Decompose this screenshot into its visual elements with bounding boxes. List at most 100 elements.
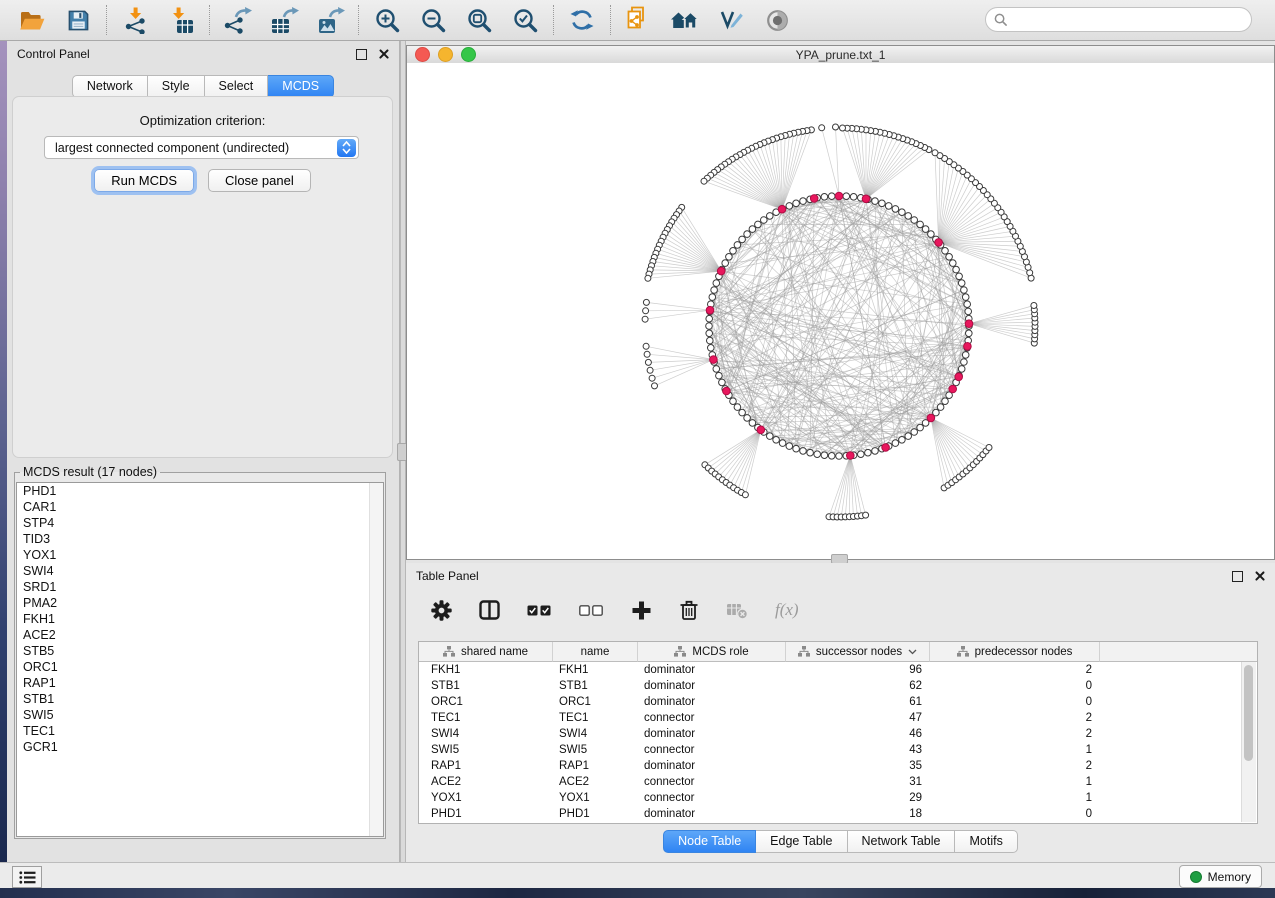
- network-node[interactable]: [928, 231, 935, 238]
- network-node[interactable]: [879, 200, 886, 207]
- column-header-mcds-role[interactable]: MCDS role: [638, 642, 786, 662]
- run-mcds-button[interactable]: Run MCDS: [94, 169, 194, 192]
- table-scrollbar-thumb[interactable]: [1244, 665, 1253, 761]
- show-hide-button[interactable]: [762, 5, 792, 35]
- network-node[interactable]: [950, 260, 957, 267]
- network-node[interactable]: [917, 424, 924, 431]
- network-node[interactable]: [744, 415, 751, 422]
- network-node[interactable]: [964, 301, 971, 308]
- float-table-panel-icon[interactable]: [1232, 571, 1243, 582]
- network-node[interactable]: [730, 398, 737, 405]
- network-node[interactable]: [953, 266, 960, 273]
- network-node[interactable]: [722, 260, 729, 267]
- network-node[interactable]: [905, 213, 912, 220]
- network-node[interactable]: [892, 206, 899, 213]
- network-node[interactable]: [643, 308, 649, 314]
- export-network-button[interactable]: [223, 5, 253, 35]
- network-node[interactable]: [821, 194, 828, 201]
- mcds-node[interactable]: [965, 320, 973, 328]
- network-node[interactable]: [779, 440, 786, 447]
- zoom-fit-button[interactable]: [464, 5, 494, 35]
- network-node[interactable]: [706, 323, 713, 330]
- refresh-button[interactable]: [567, 5, 597, 35]
- mcds-result-item[interactable]: FKH1: [17, 611, 383, 627]
- mcds-node[interactable]: [778, 205, 786, 213]
- mcds-node[interactable]: [882, 444, 890, 452]
- network-node[interactable]: [965, 308, 972, 315]
- network-node[interactable]: [828, 193, 835, 200]
- mcds-node[interactable]: [810, 195, 818, 203]
- mcds-result-item[interactable]: STP4: [17, 515, 383, 531]
- network-node[interactable]: [961, 287, 968, 294]
- mcds-result-item[interactable]: YOX1: [17, 547, 383, 563]
- import-table-button[interactable]: [166, 5, 196, 35]
- network-node[interactable]: [739, 236, 746, 243]
- network-node[interactable]: [643, 343, 649, 349]
- task-history-button[interactable]: [12, 866, 42, 888]
- network-node[interactable]: [958, 366, 965, 373]
- mcds-result-item[interactable]: RAP1: [17, 675, 383, 691]
- network-node[interactable]: [899, 209, 906, 216]
- network-node[interactable]: [767, 213, 774, 220]
- search-field[interactable]: [985, 7, 1252, 32]
- network-node[interactable]: [966, 330, 973, 337]
- column-header-name[interactable]: name: [553, 642, 638, 662]
- mcds-node[interactable]: [949, 385, 957, 393]
- select-all-button[interactable]: [527, 605, 552, 616]
- network-node[interactable]: [749, 420, 756, 427]
- mcds-result-item[interactable]: ACE2: [17, 627, 383, 643]
- mcds-result-item[interactable]: SWI5: [17, 707, 383, 723]
- tab-node-table[interactable]: Node Table: [663, 830, 756, 853]
- mcds-result-item[interactable]: PMA2: [17, 595, 383, 611]
- mcds-result-item[interactable]: SRD1: [17, 579, 383, 595]
- network-node[interactable]: [843, 193, 850, 200]
- show-columns-button[interactable]: [479, 600, 500, 620]
- tab-style[interactable]: Style: [148, 75, 205, 98]
- mcds-result-item[interactable]: TID3: [17, 531, 383, 547]
- network-node[interactable]: [865, 449, 872, 456]
- network-node[interactable]: [706, 330, 713, 337]
- network-node[interactable]: [786, 443, 793, 450]
- zoom-selected-button[interactable]: [510, 5, 540, 35]
- table-row[interactable]: YOX1YOX1connector291: [419, 790, 1257, 806]
- export-table-button[interactable]: [269, 5, 299, 35]
- close-table-panel-icon[interactable]: [1255, 571, 1265, 581]
- mcds-node[interactable]: [710, 356, 718, 364]
- network-node[interactable]: [716, 372, 723, 379]
- network-node[interactable]: [645, 359, 651, 365]
- network-node[interactable]: [922, 226, 929, 233]
- network-node[interactable]: [642, 316, 648, 322]
- add-column-button[interactable]: [631, 600, 652, 621]
- network-node[interactable]: [767, 433, 774, 440]
- network-node[interactable]: [840, 125, 846, 131]
- network-node[interactable]: [734, 404, 741, 411]
- table-row[interactable]: TEC1TEC1connector472: [419, 710, 1257, 726]
- network-node[interactable]: [836, 453, 843, 460]
- network-node[interactable]: [793, 445, 800, 452]
- network-node[interactable]: [761, 217, 768, 224]
- open-session-button[interactable]: [17, 5, 47, 35]
- tab-network-table[interactable]: Network Table: [848, 830, 956, 853]
- table-row[interactable]: SWI5SWI5connector431: [419, 742, 1257, 758]
- network-node[interactable]: [858, 451, 865, 458]
- network-node[interactable]: [819, 125, 825, 131]
- network-canvas[interactable]: [407, 63, 1274, 559]
- mcds-node[interactable]: [935, 239, 943, 247]
- mcds-result-item[interactable]: TEC1: [17, 723, 383, 739]
- clone-network-button[interactable]: [624, 5, 654, 35]
- network-node[interactable]: [962, 294, 969, 301]
- table-scrollbar[interactable]: [1241, 662, 1256, 822]
- mcds-result-item[interactable]: STB1: [17, 691, 383, 707]
- network-node[interactable]: [942, 248, 949, 255]
- optimization-criterion-select[interactable]: largest connected component (undirected): [44, 136, 359, 159]
- network-node[interactable]: [773, 437, 780, 444]
- table-row[interactable]: ACE2ACE2connector311: [419, 774, 1257, 790]
- network-node[interactable]: [647, 367, 653, 373]
- network-node[interactable]: [755, 221, 762, 228]
- network-node[interactable]: [807, 449, 814, 456]
- mcds-node[interactable]: [964, 343, 972, 351]
- network-node[interactable]: [739, 409, 746, 416]
- network-node[interactable]: [649, 375, 655, 381]
- delete-table-button[interactable]: [726, 600, 748, 620]
- network-node[interactable]: [962, 352, 969, 359]
